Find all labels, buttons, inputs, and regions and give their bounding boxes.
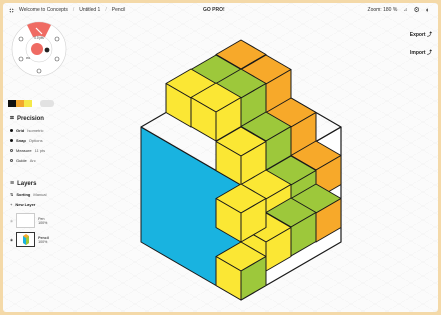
isometric-cube-staircase	[140, 39, 342, 301]
app-window: Welcome to Concepts / Untitled 1 / Penci…	[3, 3, 438, 312]
drawing-canvas[interactable]	[3, 3, 438, 312]
